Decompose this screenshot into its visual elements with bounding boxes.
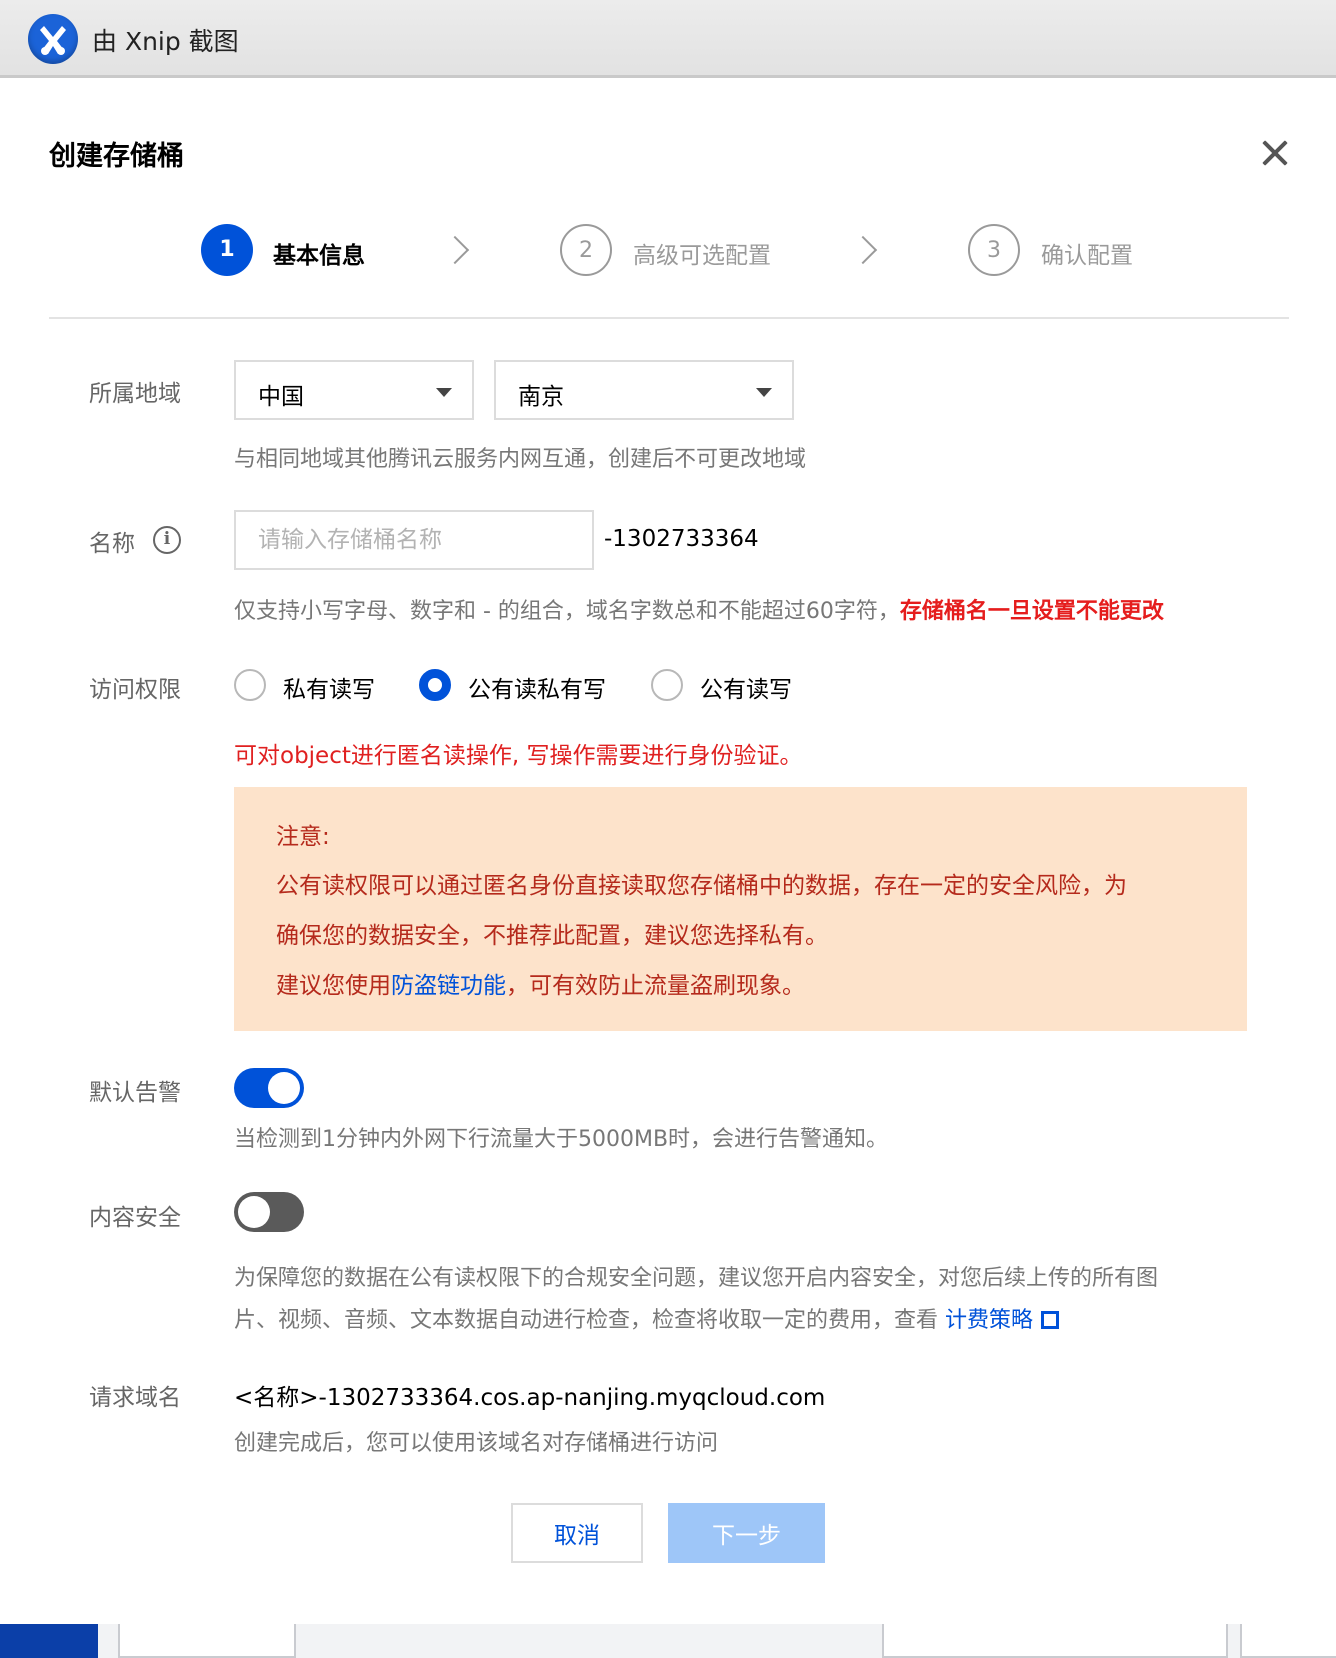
toggle-knob [268, 1072, 300, 1104]
dialog-title: 创建存储桶 [49, 141, 184, 172]
step-1-number: 1 [201, 224, 253, 276]
region-help: 与相同地域其他腾讯云服务内网互通，创建后不可更改地域 [234, 447, 807, 472]
name-help-text: 仅支持小写字母、数字和 - 的组合，域名字数总和不能超过60字符， [234, 599, 900, 624]
step-3-number: 3 [968, 224, 1020, 276]
billing-policy-link[interactable]: 计费策略 [945, 1308, 1033, 1333]
titlebar-text: 由 Xnip 截图 [92, 27, 239, 56]
appid-suffix: -1302733364 [604, 526, 759, 552]
divider [49, 317, 1289, 319]
toggle-knob [238, 1196, 270, 1228]
name-help: 仅支持小写字母、数字和 - 的组合，域名字数总和不能超过60字符，存储桶名一旦设… [234, 593, 1164, 625]
caret-down-icon [756, 388, 772, 397]
alarm-toggle[interactable] [234, 1068, 304, 1108]
access-description: 可对object进行匿名读操作, 写操作需要进行身份验证。 [234, 743, 803, 769]
step-2-number: 2 [560, 224, 612, 276]
notice-line-3-suffix: ，可有效防止流量盗刷现象。 [506, 973, 805, 999]
notice-line-2: 确保您的数据安全，不推荐此配置，建议您选择私有。 [276, 923, 828, 949]
chevron-right-icon [440, 235, 470, 265]
notice-line-3-prefix: 建议您使用 [276, 973, 391, 999]
radio-public-read[interactable] [419, 669, 451, 701]
content-security-help-2: 片、视频、音频、文本数据自动进行检查，检查将收取一定的费用，查看 计费策略 [234, 1302, 1060, 1334]
radio-public-read-write-label[interactable]: 公有读写 [700, 670, 792, 704]
step-3-label: 确认配置 [1041, 243, 1133, 269]
domain-help: 创建完成后，您可以使用该域名对存储桶进行访问 [234, 1431, 719, 1456]
alarm-help: 当检测到1分钟内外网下行流量大于5000MB时，会进行告警通知。 [234, 1127, 889, 1152]
content-security-help-2-text: 片、视频、音频、文本数据自动进行检查，检查将收取一定的费用，查看 [234, 1308, 945, 1333]
close-icon[interactable] [1258, 136, 1292, 170]
city-select[interactable]: 南京 [494, 360, 794, 420]
background-button [118, 1624, 296, 1658]
content-security-label: 内容安全 [89, 1205, 181, 1231]
next-button[interactable]: 下一步 [668, 1503, 825, 1563]
radio-public-read-label[interactable]: 公有读私有写 [468, 670, 606, 704]
cancel-button[interactable]: 取消 [511, 1503, 643, 1563]
country-select[interactable]: 中国 [234, 360, 474, 420]
info-icon[interactable]: i [153, 526, 181, 554]
content-security-toggle[interactable] [234, 1192, 304, 1232]
region-label: 所属地域 [89, 381, 181, 407]
hotlink-protection-link[interactable]: 防盗链功能 [391, 973, 506, 999]
radio-public-read-write[interactable] [651, 669, 683, 701]
city-select-value: 南京 [518, 384, 564, 410]
radio-private-label[interactable]: 私有读写 [283, 670, 375, 704]
alarm-label: 默认告警 [89, 1080, 181, 1106]
radio-private[interactable] [234, 669, 266, 701]
chevron-right-icon [848, 235, 878, 265]
window-titlebar: 由 Xnip 截图 [0, 0, 1336, 78]
background-select [882, 1624, 1228, 1658]
domain-label: 请求域名 [89, 1385, 181, 1411]
background-page [0, 1624, 1336, 1658]
notice-line-1: 公有读权限可以通过匿名身份直接读取您存储桶中的数据，存在一定的安全风险，为 [276, 873, 1127, 899]
notice-title: 注意: [276, 824, 330, 850]
xnip-logo-icon [28, 14, 78, 64]
caret-down-icon [436, 388, 452, 397]
step-2-label: 高级可选配置 [633, 243, 771, 269]
step-1-label: 基本信息 [273, 243, 365, 269]
content-security-help-1: 为保障您的数据在公有读权限下的合规安全问题，建议您开启内容安全，对您后续上传的所… [234, 1266, 1159, 1291]
access-label: 访问权限 [89, 677, 181, 703]
notice-line-3: 建议您使用防盗链功能，可有效防止流量盗刷现象。 [276, 966, 805, 1000]
background-nav [0, 1624, 98, 1658]
name-label: 名称 [89, 531, 135, 557]
domain-value: <名称>-1302733364.cos.ap-nanjing.myqcloud.… [234, 1385, 826, 1411]
name-warning: 存储桶名一旦设置不能更改 [899, 599, 1164, 624]
external-link-icon[interactable] [1041, 1311, 1060, 1329]
country-select-value: 中国 [258, 384, 304, 410]
bucket-name-input[interactable] [234, 510, 594, 570]
background-input [1240, 1624, 1336, 1658]
warning-notice: 注意: 公有读权限可以通过匿名身份直接读取您存储桶中的数据，存在一定的安全风险，… [234, 787, 1247, 1031]
